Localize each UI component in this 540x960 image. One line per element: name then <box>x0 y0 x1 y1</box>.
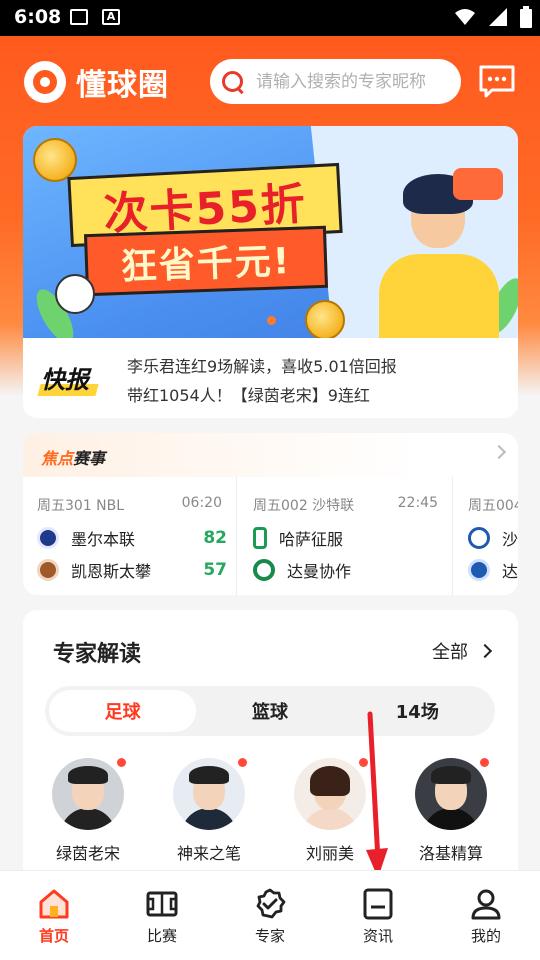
app-logo: 懂球圈 <box>24 60 169 104</box>
match-time: 06:20 <box>181 495 222 511</box>
red-arrow-annotation <box>366 711 388 878</box>
view-all-button[interactable]: 全部 <box>432 638 493 664</box>
bottom-navigation: 首页 比赛 专家 资讯 我的 <box>0 870 540 960</box>
nav-label: 比赛 <box>146 927 177 945</box>
nav-profile[interactable]: 我的 <box>432 871 540 960</box>
signal-icon <box>489 8 507 26</box>
image-notification-icon <box>70 9 88 25</box>
logo-icon <box>24 61 66 103</box>
focus-matches-title: 焦点赛事 <box>41 449 106 468</box>
nav-experts[interactable]: 专家 <box>216 871 324 960</box>
away-score: 57 <box>203 560 227 580</box>
nav-label: 资讯 <box>362 927 393 945</box>
badge-check-icon <box>256 888 286 919</box>
promo-banner[interactable]: 次卡55折 狂省千元! <box>23 126 518 338</box>
chat-bubble-icon <box>453 168 503 200</box>
banner-card: 次卡55折 狂省千元! 快报 李乐君连红9场解读，喜收5.01倍回报 带红105… <box>23 126 518 418</box>
promo-subtitle: 狂省千元! <box>83 225 329 297</box>
avatar <box>173 758 245 830</box>
status-bar: 6:08 A <box>0 0 540 36</box>
user-icon <box>471 889 501 920</box>
away-team: 达曼协作 <box>287 562 352 581</box>
search-bar[interactable] <box>210 59 461 104</box>
avatar <box>52 758 124 830</box>
unread-dot <box>117 758 126 767</box>
carousel-indicator <box>267 316 276 325</box>
match-card[interactable]: 周五004 沙 达 <box>454 477 518 595</box>
team-logo-icon <box>468 559 490 581</box>
team-logo-icon <box>37 559 59 581</box>
home-icon <box>39 889 69 919</box>
match-meta: 周五002 沙特联 <box>253 498 355 514</box>
message-icon[interactable] <box>478 64 516 98</box>
nav-label: 专家 <box>254 927 285 945</box>
pitch-icon <box>146 891 178 917</box>
expert-item[interactable]: 神来之笔 <box>154 758 264 864</box>
tab-basketball[interactable]: 篮球 <box>196 690 343 732</box>
match-time: 22:45 <box>397 495 438 511</box>
away-team: 凯恩斯太攀 <box>71 562 152 581</box>
nav-matches[interactable]: 比赛 <box>108 871 216 960</box>
news-flash[interactable]: 快报 李乐君连红9场解读，喜收5.01倍回报 带红1054人！【绿茵老宋】9连红 <box>23 338 518 418</box>
news-line: 带红1054人！【绿茵老宋】9连红 <box>127 386 370 405</box>
status-time: 6:08 <box>14 6 62 28</box>
team-logo-icon <box>468 527 490 549</box>
news-flash-logo: 快报 <box>37 356 99 400</box>
coin-icon <box>305 300 345 338</box>
focus-matches-card: 焦点赛事 周五301 NBL 06:20 墨尔本联 82 凯恩斯太攀 57 周五… <box>23 433 518 595</box>
expert-name: 洛基精算 <box>418 844 483 863</box>
team-logo-icon <box>253 527 267 549</box>
team-logo-icon <box>37 527 59 549</box>
search-icon <box>222 70 244 93</box>
nav-label: 首页 <box>38 927 69 945</box>
expert-section: 专家解读 全部 足球 篮球 14场 绿茵老宋 神来之笔 刘丽美 洛基精算 <box>23 610 518 910</box>
home-team: 哈萨征服 <box>279 530 344 549</box>
home-team: 沙 <box>502 530 518 549</box>
unread-dot <box>480 758 489 767</box>
news-line: 李乐君连红9场解读，喜收5.01倍回报 <box>127 357 397 376</box>
sport-tabs: 足球 篮球 14场 <box>45 686 495 736</box>
coin-icon <box>33 138 77 182</box>
away-team: 达 <box>502 562 518 581</box>
unread-dot <box>238 758 247 767</box>
news-icon <box>363 888 393 920</box>
avatar <box>415 758 487 830</box>
tab-football[interactable]: 足球 <box>49 690 197 732</box>
expert-item[interactable]: 绿茵老宋 <box>33 758 143 864</box>
expert-name: 神来之笔 <box>176 844 241 863</box>
a-notification-icon: A <box>102 9 120 25</box>
nav-label: 我的 <box>470 927 501 945</box>
nav-news[interactable]: 资讯 <box>324 871 432 960</box>
home-score: 82 <box>203 528 227 548</box>
person-illustration <box>379 254 499 338</box>
search-input[interactable] <box>256 71 446 92</box>
match-card[interactable]: 周五002 沙特联 22:45 哈萨征服 达曼协作 <box>239 477 453 595</box>
match-meta: 周五004 <box>468 498 518 514</box>
avatar <box>294 758 366 830</box>
app-name: 懂球圈 <box>76 68 169 103</box>
home-team: 墨尔本联 <box>71 530 136 549</box>
match-meta: 周五301 NBL <box>37 498 125 514</box>
section-title: 专家解读 <box>53 642 142 667</box>
chevron-right-icon <box>477 643 493 659</box>
expert-name: 绿茵老宋 <box>55 844 120 863</box>
news-text: 李乐君连红9场解读，喜收5.01倍回报 带红1054人！【绿茵老宋】9连红 <box>127 352 507 410</box>
wifi-icon <box>455 9 475 25</box>
focus-matches-header[interactable]: 焦点赛事 <box>23 433 518 477</box>
match-card[interactable]: 周五301 NBL 06:20 墨尔本联 82 凯恩斯太攀 57 <box>23 477 237 595</box>
battery-icon <box>520 6 532 28</box>
football-icon <box>55 274 95 314</box>
expert-item[interactable]: 洛基精算 <box>396 758 506 864</box>
team-logo-icon <box>253 559 275 581</box>
chevron-right-icon <box>491 444 507 460</box>
nav-home[interactable]: 首页 <box>0 871 108 960</box>
